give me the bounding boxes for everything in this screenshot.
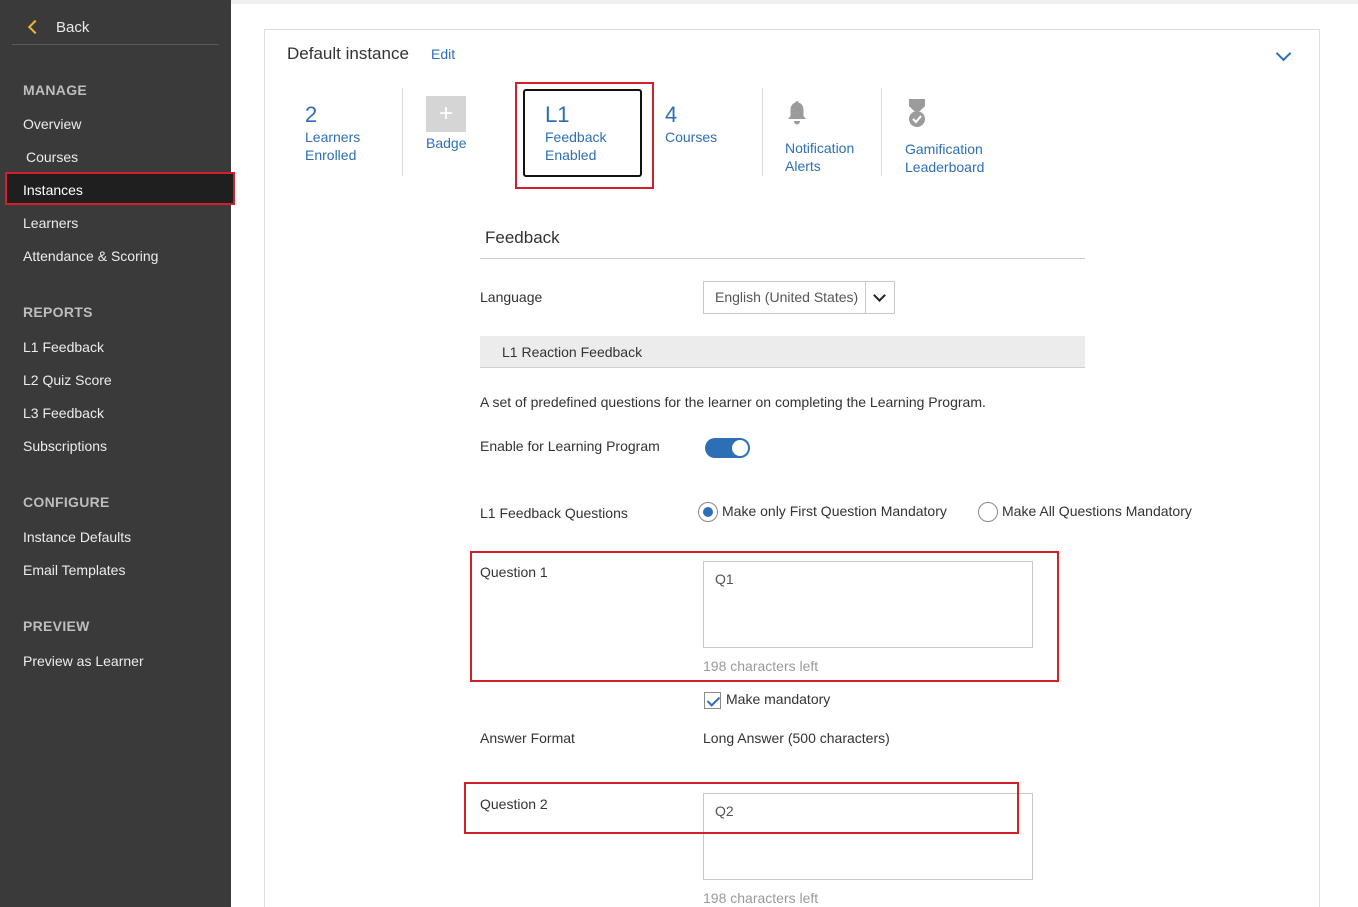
question-2-label: Question 2 (480, 796, 548, 812)
language-selected-value: English (United States) (704, 282, 866, 313)
question-1-input[interactable]: Q1 (703, 561, 1033, 648)
language-label: Language (480, 289, 543, 305)
question-2-chars-left: 198 characters left (703, 890, 819, 906)
stat-divider (402, 88, 403, 176)
question-1-chars-left: 198 characters left (703, 658, 819, 674)
stat-notification-alerts[interactable]: Notification Alerts (785, 99, 854, 175)
stat-notification-line1: Notification (785, 140, 855, 156)
stat-gamification-line2: Leaderboard (905, 159, 985, 175)
sidebar-item-learners[interactable]: Learners (23, 215, 78, 231)
section-manage: MANAGE (23, 82, 88, 98)
enable-label: Enable for Learning Program (480, 438, 660, 454)
question-2-input[interactable]: Q2 (703, 793, 1033, 880)
section-divider (480, 258, 1085, 259)
chevron-left-icon (26, 17, 50, 37)
language-select[interactable]: English (United States) (703, 281, 895, 314)
sidebar-item-l2-quiz-score[interactable]: L2 Quiz Score (23, 372, 112, 388)
section-reports: REPORTS (23, 304, 93, 320)
stat-gamification-leaderboard[interactable]: Gamification Leaderboard (905, 98, 984, 176)
sidebar-item-l3-feedback[interactable]: L3 Feedback (23, 405, 104, 421)
edit-link[interactable]: Edit (431, 46, 455, 62)
l1-focus-outline (523, 89, 642, 177)
answer-format-label: Answer Format (480, 730, 575, 746)
bell-icon (788, 101, 806, 125)
stat-divider (762, 88, 763, 176)
make-mandatory-label[interactable]: Make mandatory (726, 691, 830, 707)
sidebar-item-subscriptions[interactable]: Subscriptions (23, 438, 107, 454)
sidebar-item-instances[interactable]: Instances (5, 172, 235, 205)
section-configure: CONFIGURE (23, 494, 110, 510)
stat-learners-count: 2 (305, 102, 318, 127)
badge-add-icon: + (426, 96, 466, 132)
top-divider (231, 0, 1358, 4)
questions-label: L1 Feedback Questions (480, 505, 628, 521)
question-1-label: Question 1 (480, 564, 548, 580)
stat-gamification-line1: Gamification (905, 141, 983, 157)
enable-toggle[interactable] (705, 438, 750, 458)
app-root: Back MANAGE Overview Courses Instances L… (0, 0, 1358, 907)
stat-learners-line1: Learners (305, 129, 361, 145)
stat-learners-enrolled[interactable]: 2 Learners Enrolled (305, 102, 360, 164)
make-mandatory-checkbox[interactable] (704, 692, 721, 709)
stat-learners-line2: Enrolled (305, 147, 357, 163)
sidebar-item-overview[interactable]: Overview (23, 116, 81, 132)
stat-courses[interactable]: 4 Courses (665, 102, 717, 146)
chevron-down-icon (866, 282, 894, 313)
radio-first-mandatory[interactable] (698, 502, 718, 522)
sidebar: Back MANAGE Overview Courses Instances L… (0, 0, 235, 907)
sidebar-item-l1-feedback[interactable]: L1 Feedback (23, 339, 104, 355)
chevron-down-icon[interactable] (1276, 50, 1292, 62)
stat-courses-count: 4 (665, 102, 678, 127)
stat-courses-label: Courses (665, 129, 718, 145)
back-button[interactable]: Back (12, 10, 219, 45)
stat-divider (881, 88, 882, 176)
answer-format-value: Long Answer (500 characters) (703, 730, 890, 746)
sidebar-item-preview-as-learner[interactable]: Preview as Learner (23, 653, 144, 669)
stat-badge[interactable]: + Badge (426, 96, 466, 152)
radio-all-mandatory[interactable] (978, 502, 998, 522)
sidebar-item-instance-defaults[interactable]: Instance Defaults (23, 529, 131, 545)
medal-icon (909, 99, 925, 127)
feedback-description: A set of predefined questions for the le… (480, 394, 986, 410)
stat-badge-label: Badge (426, 135, 467, 151)
sidebar-item-email-templates[interactable]: Email Templates (23, 562, 125, 578)
radio-all-mandatory-label[interactable]: Make All Questions Mandatory (1002, 503, 1192, 519)
sidebar-item-courses[interactable]: Courses (26, 149, 78, 165)
sidebar-item-instances-label: Instances (23, 182, 83, 198)
tab-l1-reaction-feedback[interactable]: L1 Reaction Feedback (480, 336, 1085, 368)
stat-notification-line2: Alerts (785, 158, 821, 174)
sidebar-item-attendance-scoring[interactable]: Attendance & Scoring (23, 248, 158, 264)
instance-title: Default instance (287, 44, 409, 63)
back-label: Back (56, 18, 90, 36)
section-preview: PREVIEW (23, 618, 90, 634)
feedback-section-title: Feedback (485, 228, 560, 247)
radio-first-mandatory-label[interactable]: Make only First Question Mandatory (722, 503, 947, 519)
tab-label: L1 Reaction Feedback (502, 344, 643, 360)
